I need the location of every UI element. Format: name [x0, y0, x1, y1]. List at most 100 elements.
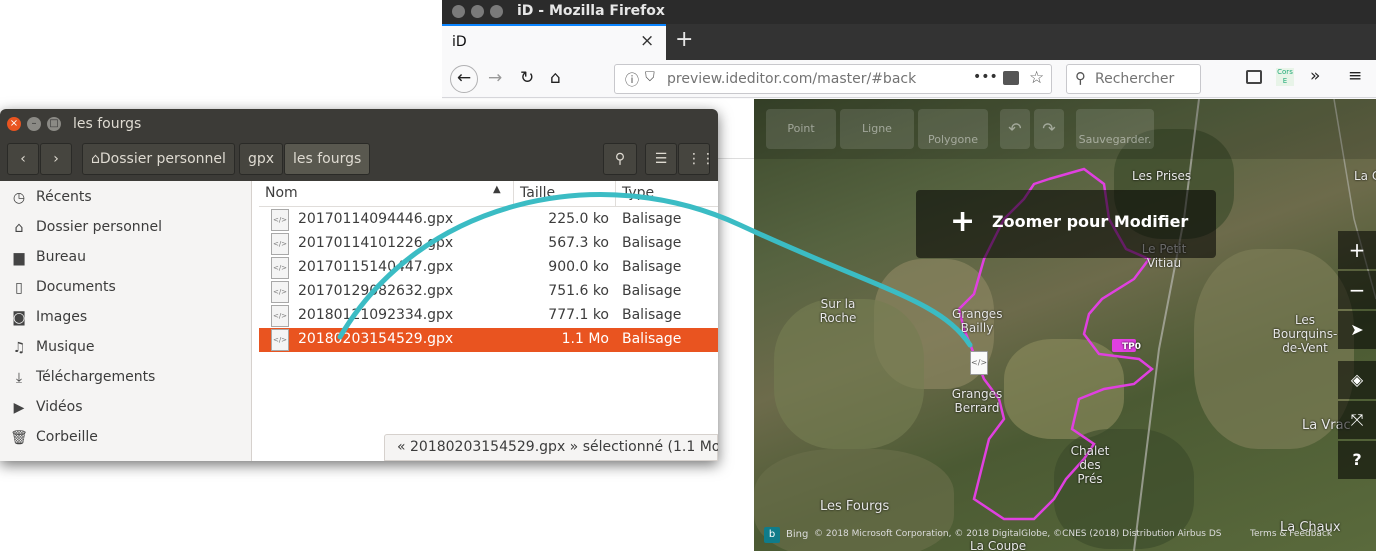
add-area-button[interactable]: Polygone: [918, 109, 988, 149]
gpx-file-icon: </>: [271, 209, 289, 231]
add-line-button[interactable]: Ligne: [840, 109, 914, 149]
undo-button[interactable]: ↶: [1000, 109, 1030, 149]
file-list: Nom ▲ Taille Type </> 20170114094446.gpx…: [259, 181, 718, 461]
help-icon[interactable]: ?: [1338, 441, 1376, 479]
pocket-icon[interactable]: [1003, 71, 1019, 85]
zoom-to-edit-label: Zoomer pour Modifier: [992, 212, 1189, 231]
video-icon: ▶: [13, 400, 25, 416]
search-button[interactable]: ⚲: [603, 143, 637, 175]
file-type: Balisage: [622, 283, 682, 299]
minimize-window-button[interactable]: –: [27, 117, 41, 131]
path-home[interactable]: ⌂Dossier personnel: [82, 143, 235, 175]
attribution-text[interactable]: © 2018 Microsoft Corporation, © 2018 Dig…: [814, 529, 1222, 539]
path-les-fourgs[interactable]: les fourgs: [284, 143, 371, 175]
terms-feedback-link[interactable]: Terms & Feedback: [1250, 529, 1332, 539]
sidebar-item-label: Musique: [36, 339, 95, 355]
file-size: 751.6 ko: [548, 283, 609, 299]
file-row-selected[interactable]: </> 20180203154529.gpx 1.1 Mo Balisage: [259, 328, 718, 352]
tab-id[interactable]: iD ×: [442, 24, 666, 60]
map-canvas[interactable]: TP0 Les Prises La Cô Le Petit Vitiau Sur…: [754, 99, 1376, 551]
maximize-window-button[interactable]: □: [47, 117, 61, 131]
place-label: Les Bourquins-de-Vent: [1272, 313, 1338, 355]
file-row[interactable]: </> 20170129082632.gpx 751.6 ko Balisage: [259, 280, 718, 304]
sidebar-item-pictures[interactable]: ◙ Images: [0, 303, 252, 333]
page-actions-icon[interactable]: •••: [973, 69, 998, 85]
forward-button[interactable]: ›: [40, 143, 72, 175]
folder-icon: ▆: [13, 250, 25, 266]
path-home-label: Dossier personnel: [99, 151, 226, 167]
sidebar-item-downloads[interactable]: ⤓ Téléchargements: [0, 363, 252, 393]
sidebar-item-label: Corbeille: [36, 429, 98, 445]
zoom-to-edit-notice[interactable]: + Zoomer pour Modifier: [916, 190, 1216, 258]
new-tab-button[interactable]: +: [675, 27, 693, 52]
firefox-titlebar: iD - Mozilla Firefox: [442, 0, 1376, 24]
home-button[interactable]: ⌂: [550, 68, 561, 88]
column-name-header[interactable]: Nom: [265, 185, 298, 201]
tab-title: iD: [452, 34, 467, 50]
document-icon: ▯: [15, 280, 23, 296]
file-row[interactable]: </> 20170114101226.gpx 567.3 ko Balisage: [259, 232, 718, 256]
back-button[interactable]: ‹: [7, 143, 39, 175]
path-bar: ‹ › ⌂Dossier personnel gpx les fourgs ⚲ …: [0, 140, 718, 178]
url-bar[interactable]: ⓘ ⛉ preview.ideditor.com/master/#backgro…: [614, 64, 1052, 94]
bing-label: Bing: [786, 529, 809, 540]
info-icon[interactable]: ⓘ: [625, 70, 639, 90]
close-window-button[interactable]: [452, 5, 465, 18]
sidebar-item-label: Dossier personnel: [36, 219, 163, 235]
minimize-window-button[interactable]: [471, 5, 484, 18]
file-type: Balisage: [622, 235, 682, 251]
view-options-button[interactable]: ⋮⋮: [678, 143, 715, 175]
column-separator[interactable]: [615, 181, 616, 207]
sidebar-item-desktop[interactable]: ▆ Bureau: [0, 243, 252, 273]
sidebar-item-music[interactable]: ♫ Musique: [0, 333, 252, 363]
close-window-button[interactable]: ×: [7, 117, 21, 131]
column-separator[interactable]: [513, 181, 514, 207]
tab-close-icon[interactable]: ×: [640, 31, 654, 51]
zoom-plus-icon: +: [950, 204, 976, 239]
place-label: La Cô: [1354, 169, 1376, 183]
zoom-out-button[interactable]: −: [1338, 271, 1376, 309]
geolocate-icon[interactable]: ➤: [1338, 311, 1376, 349]
gpx-file-icon: </>: [271, 281, 289, 303]
add-point-button[interactable]: Point: [766, 109, 836, 149]
sidebar-item-recents[interactable]: ◷ Récents: [0, 183, 252, 213]
bookmark-star-icon[interactable]: ☆: [1029, 68, 1044, 88]
library-icon[interactable]: [1246, 70, 1262, 84]
sidebar-item-label: Bureau: [36, 249, 86, 265]
map-data-icon[interactable]: ⤧: [1338, 401, 1376, 439]
place-label: Granges Berrard: [951, 387, 1003, 415]
save-button[interactable]: Sauvegarder.: [1076, 109, 1154, 149]
forward-button[interactable]: →: [488, 68, 502, 88]
sync-badge-icon[interactable]: Cors E: [1276, 68, 1294, 86]
file-row[interactable]: </> 20170115140447.gpx 900.0 ko Balisage: [259, 256, 718, 280]
search-box[interactable]: ⚲ Rechercher: [1066, 64, 1201, 94]
url-text: preview.ideditor.com/master/#backgro: [667, 71, 917, 87]
list-view-button[interactable]: ☰: [645, 143, 677, 175]
hamburger-menu-icon[interactable]: ≡: [1348, 66, 1362, 86]
redo-button[interactable]: ↷: [1034, 109, 1064, 149]
column-type-header[interactable]: Type: [622, 185, 654, 201]
reload-button[interactable]: ↻: [520, 68, 534, 88]
sidebar-item-home[interactable]: ⌂ Dossier personnel: [0, 213, 252, 243]
file-type: Balisage: [622, 331, 682, 347]
maximize-window-button[interactable]: [490, 5, 503, 18]
sidebar-item-label: Récents: [36, 189, 92, 205]
gpx-file-icon: </>: [271, 305, 289, 327]
overflow-menu-button[interactable]: »: [1310, 66, 1320, 86]
shield-icon[interactable]: ⛉: [645, 70, 655, 85]
file-row[interactable]: </> 20170114094446.gpx 225.0 ko Balisage: [259, 208, 718, 232]
path-gpx[interactable]: gpx: [239, 143, 284, 175]
column-headers: Nom ▲ Taille Type: [259, 181, 718, 207]
sidebar-item-videos[interactable]: ▶ Vidéos: [0, 393, 252, 423]
back-button[interactable]: ←: [450, 65, 478, 93]
layers-icon[interactable]: ◈: [1338, 361, 1376, 399]
sidebar-item-trash[interactable]: 🗑 Corbeille: [0, 423, 252, 453]
zoom-in-button[interactable]: +: [1338, 231, 1376, 269]
file-size: 567.3 ko: [548, 235, 609, 251]
file-row[interactable]: </> 20180121092334.gpx 777.1 ko Balisage: [259, 304, 718, 328]
sidebar-item-documents[interactable]: ▯ Documents: [0, 273, 252, 303]
file-size: 777.1 ko: [548, 307, 609, 323]
home-icon: ⌂: [14, 220, 24, 236]
place-label: Granges Bailly: [952, 307, 1003, 335]
column-size-header[interactable]: Taille: [520, 185, 555, 201]
